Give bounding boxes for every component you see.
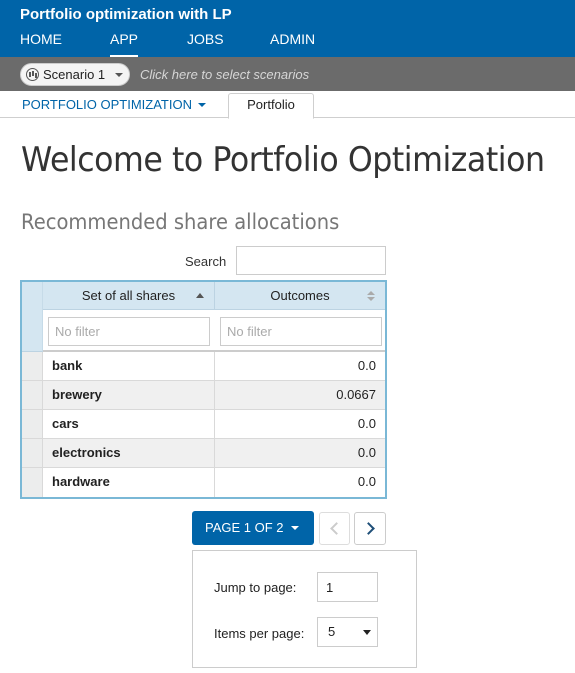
- table-row[interactable]: hardware 0.0: [43, 468, 385, 497]
- cell-outcome: 0.0667: [336, 387, 376, 402]
- app-title: Portfolio optimization with LP: [20, 6, 232, 23]
- cell-outcome: 0.0: [357, 416, 376, 431]
- search-label: Search: [185, 254, 227, 269]
- scenario-selector[interactable]: Scenario 1: [20, 63, 130, 86]
- cell-outcome: 0.0: [357, 474, 376, 489]
- section-title: Recommended share allocations: [21, 210, 340, 234]
- items-per-page-value: 5: [328, 624, 336, 639]
- tab-dropdown-label: PORTFOLIO OPTIMIZATION: [22, 97, 192, 112]
- chevron-right-icon: [362, 522, 375, 535]
- filter-outcomes-input[interactable]: [220, 317, 382, 346]
- pager-panel: Jump to page: Items per page: 5: [192, 550, 417, 668]
- main-nav: HOME APP JOBS ADMIN: [0, 31, 575, 57]
- cell-outcome: 0.0: [357, 358, 376, 373]
- chevron-down-icon: [115, 73, 123, 77]
- cell-share: bank: [43, 352, 215, 381]
- jump-to-page-label: Jump to page:: [214, 580, 297, 595]
- next-page-button[interactable]: [354, 512, 386, 545]
- gutter-row[interactable]: [22, 352, 43, 381]
- nav-app[interactable]: APP: [110, 31, 139, 57]
- nav-home[interactable]: HOME: [20, 31, 62, 57]
- jump-to-page-input[interactable]: [317, 572, 378, 602]
- scenario-icon: [26, 68, 39, 81]
- tab-portfolio-optimization-dropdown[interactable]: PORTFOLIO OPTIMIZATION: [22, 97, 206, 112]
- nav-admin[interactable]: ADMIN: [270, 31, 315, 57]
- search-input[interactable]: [236, 246, 386, 275]
- cell-share: electronics: [43, 439, 215, 468]
- caret-down-icon: [363, 630, 371, 635]
- cell-outcome: 0.0: [357, 445, 376, 460]
- filter-row: [43, 310, 385, 352]
- gutter-row[interactable]: [22, 381, 43, 410]
- gutter-row[interactable]: [22, 439, 43, 468]
- scenario-selected: Scenario 1: [43, 67, 106, 82]
- table-row[interactable]: bank 0.0: [43, 352, 385, 381]
- gutter-row[interactable]: [22, 468, 43, 497]
- table-row[interactable]: electronics 0.0: [43, 439, 385, 468]
- chevron-left-icon: [330, 522, 343, 535]
- items-per-page-select[interactable]: 5: [317, 617, 378, 647]
- top-header: Portfolio optimization with LP HOME APP …: [0, 0, 575, 57]
- allocation-grid: Set of all shares Outcomes bank 0.0 brew…: [20, 280, 387, 499]
- row-gutter: [22, 282, 43, 497]
- column-header-shares[interactable]: Set of all shares: [43, 282, 215, 310]
- column-header-outcomes[interactable]: Outcomes: [215, 282, 385, 310]
- caret-down-icon: [197, 103, 206, 107]
- items-per-page-label: Items per page:: [214, 626, 305, 641]
- nav-jobs[interactable]: JOBS: [187, 31, 224, 57]
- sort-ascending-icon: [196, 293, 204, 298]
- tab-portfolio[interactable]: Portfolio: [228, 93, 314, 119]
- cell-share: cars: [43, 410, 215, 439]
- tab-bar: PORTFOLIO OPTIMIZATION Portfolio: [0, 91, 575, 119]
- filter-shares-input[interactable]: [48, 317, 210, 346]
- caret-down-icon: [291, 526, 299, 530]
- column-header-label: Set of all shares: [81, 288, 176, 303]
- page-label: PAGE 1 OF 2: [205, 520, 284, 535]
- table-row[interactable]: cars 0.0: [43, 410, 385, 439]
- gutter-row[interactable]: [22, 410, 43, 439]
- sort-icon: [367, 291, 375, 302]
- scenario-hint[interactable]: Click here to select scenarios: [140, 67, 309, 82]
- page-selector-button[interactable]: PAGE 1 OF 2: [192, 511, 314, 545]
- column-header-label: Outcomes: [270, 288, 330, 303]
- table-row[interactable]: brewery 0.0667: [43, 381, 385, 410]
- gutter-header: [22, 282, 43, 352]
- cell-share: brewery: [43, 381, 215, 410]
- previous-page-button[interactable]: [319, 512, 350, 545]
- page-title: Welcome to Portfolio Optimization: [21, 140, 545, 180]
- cell-share: hardware: [43, 468, 215, 497]
- scenario-bar: Scenario 1 Click here to select scenario…: [0, 57, 575, 91]
